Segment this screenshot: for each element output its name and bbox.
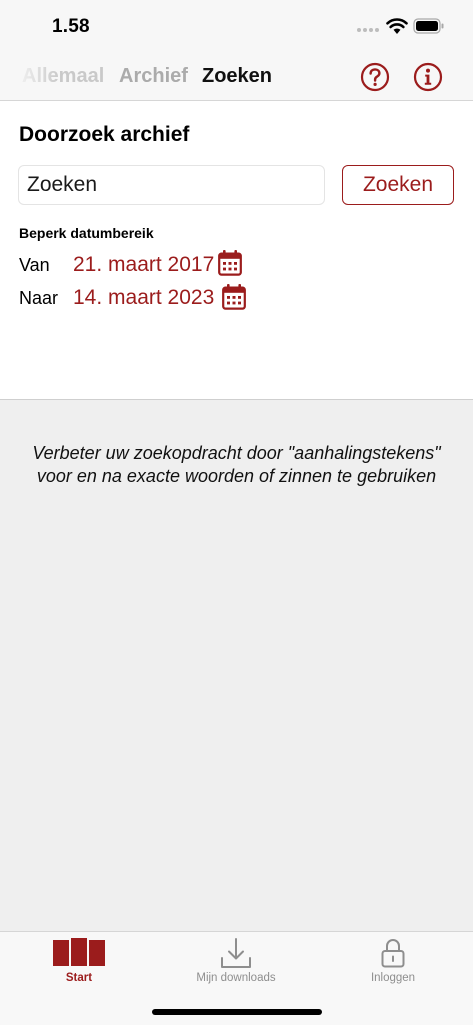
date-to-label: Naar [19,288,59,308]
tab-allemaal[interactable]: Allemaal [22,65,104,88]
info-circle-icon[interactable] [413,62,443,92]
search-title: Doorzoek archief [19,123,190,146]
date-from-label: Van [19,255,50,275]
results-area: Verbeter uw zoekopdracht door "aanhaling… [0,400,473,931]
date-from-row: Van 21. maart 2017 [19,250,279,280]
search-hint-line-2: voor en na exacte woorden of zinnen te g… [36,466,437,486]
date-range-label: Beperk datumbereik [19,225,154,241]
home-indicator[interactable] [152,1009,322,1015]
search-input[interactable] [18,165,325,205]
tab-zoeken[interactable]: Zoeken [202,65,272,88]
search-hint-line-1: Verbeter uw zoekopdracht door "aanhaling… [32,443,441,463]
calendar-icon[interactable] [222,284,246,310]
download-icon [221,938,251,968]
top-navigation: Allemaal Archief Zoeken [0,52,473,101]
tab-start-label: Start [65,972,93,984]
tab-start[interactable]: Start [40,932,118,992]
date-to-value[interactable]: 14. maart 2023 [73,286,214,310]
date-from-value[interactable]: 21. maart 2017 [73,253,214,277]
cellular-signal-icon [357,28,379,32]
tab-inloggen[interactable]: Inloggen [344,932,442,992]
search-hint: Verbeter uw zoekopdracht door "aanhaling… [0,442,473,488]
battery-icon [413,18,444,34]
calendar-icon[interactable] [218,250,242,276]
status-time: 1.58 [52,16,90,37]
help-circle-icon[interactable] [360,62,390,92]
search-panel: Doorzoek archief Zoeken Beperk datumbere… [0,101,473,400]
status-bar: 1.58 [0,0,473,52]
tab-login-label: Inloggen [370,972,416,984]
search-button[interactable]: Zoeken [342,165,454,205]
tab-downloads-label: Mijn downloads [196,972,276,984]
tab-archief[interactable]: Archief [119,65,188,88]
date-to-row: Naar 14. maart 2023 [19,283,279,313]
wifi-icon [386,18,408,34]
tab-mijn-downloads[interactable]: Mijn downloads [180,932,292,992]
start-icon [53,938,105,966]
lock-icon [381,939,405,968]
